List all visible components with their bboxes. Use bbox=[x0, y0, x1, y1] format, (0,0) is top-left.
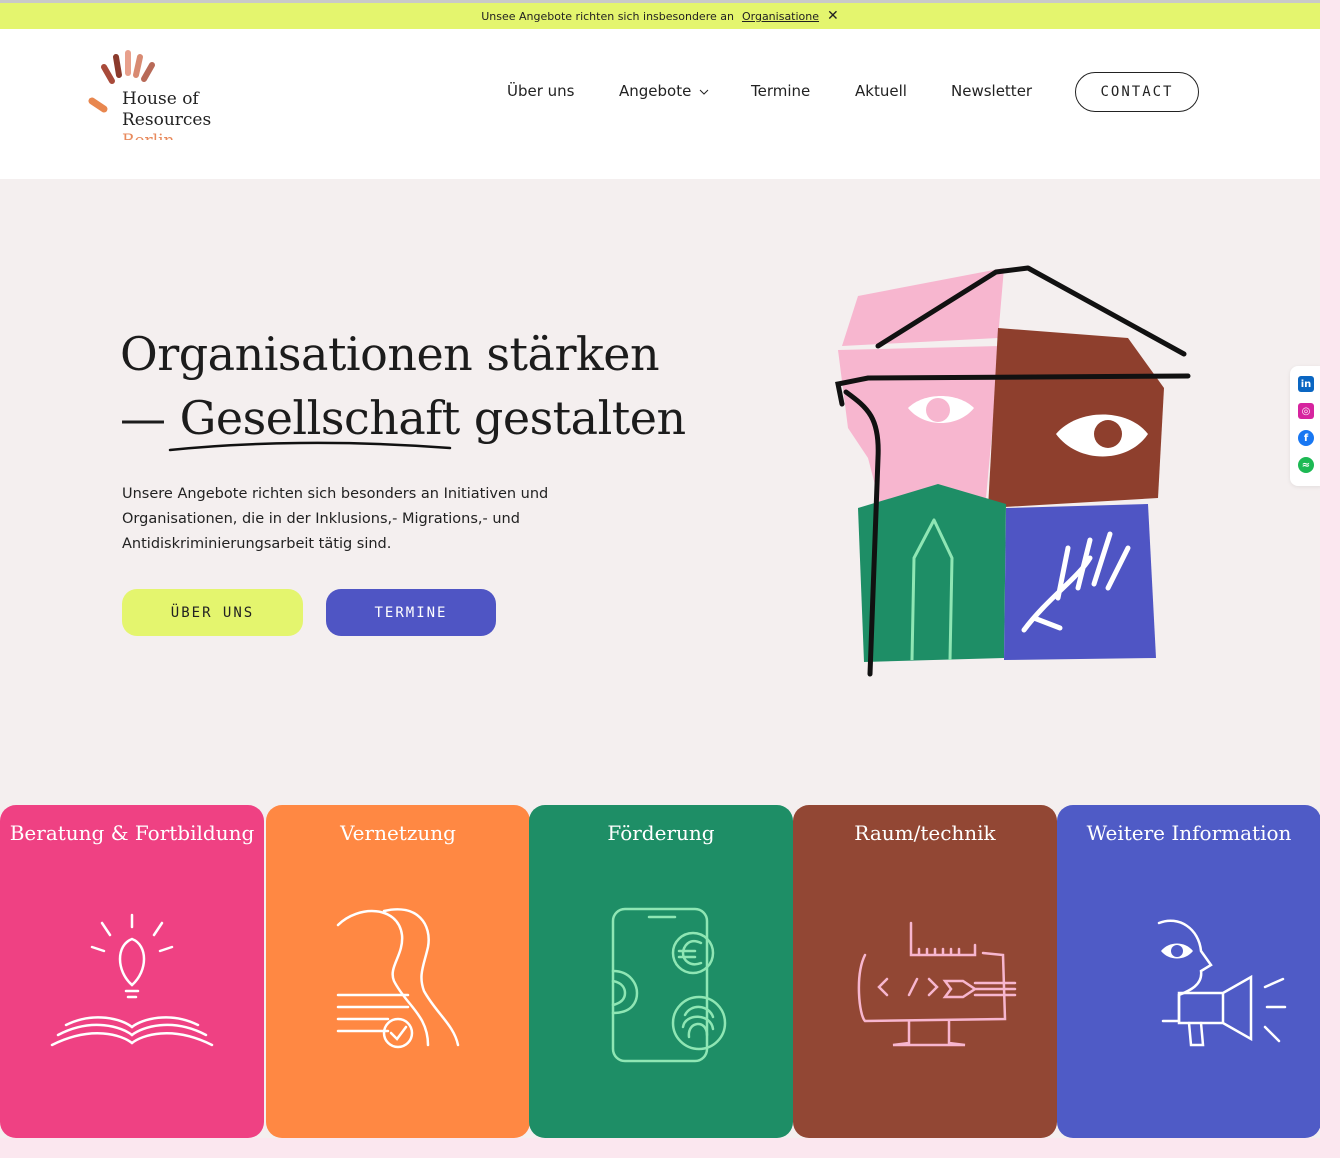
instagram-icon[interactable]: ◎ bbox=[1298, 403, 1314, 419]
card-weitere-information[interactable]: Weitere Information bbox=[1057, 805, 1320, 1138]
card-foerderung[interactable]: Förderung bbox=[529, 805, 793, 1138]
card-title: Förderung bbox=[607, 821, 715, 845]
nav-item-newsletter[interactable]: Newsletter bbox=[951, 82, 1032, 100]
card-raumtechnik[interactable]: Raum/technik bbox=[793, 805, 1057, 1138]
funding-phone-icon bbox=[611, 907, 727, 1063]
card-beratung[interactable]: Beratung & Fortbildung bbox=[0, 805, 264, 1138]
dates-button[interactable]: TERMINE bbox=[326, 589, 496, 636]
nav-item-offers[interactable]: Angebote bbox=[619, 82, 709, 100]
offer-cards: Beratung & Fortbildung Vernetzung Förder… bbox=[0, 805, 1320, 1138]
main-nav: Über uns Angebote Termine Aktuell Newsle… bbox=[0, 72, 1320, 112]
nav-item-about[interactable]: Über uns bbox=[507, 82, 575, 100]
nav-item-dates[interactable]: Termine bbox=[751, 82, 810, 100]
megaphone-icon bbox=[1157, 919, 1287, 1047]
contact-button[interactable]: CONTACT bbox=[1075, 72, 1199, 112]
card-vernetzung[interactable]: Vernetzung bbox=[266, 805, 530, 1138]
card-title: Beratung & Fortbildung bbox=[9, 821, 255, 845]
announcement-banner: Unsee Angebote richten sich insbesondere… bbox=[0, 0, 1320, 29]
people-network-icon bbox=[336, 908, 460, 1049]
card-title: Raum/technik bbox=[854, 821, 996, 845]
chevron-down-icon bbox=[699, 89, 709, 95]
linkedin-icon[interactable]: in bbox=[1298, 376, 1314, 392]
hero-title: Organisationen stärken — Gesellschaft ge… bbox=[120, 322, 686, 450]
nav-item-news[interactable]: Aktuell bbox=[855, 82, 907, 100]
social-bar: in ◎ f ≈ bbox=[1290, 366, 1320, 486]
banner-link[interactable]: Organisatione bbox=[742, 10, 819, 23]
facebook-icon[interactable]: f bbox=[1298, 430, 1314, 446]
banner-text: Unsee Angebote richten sich insbesondere… bbox=[481, 9, 734, 23]
hero-title-line1: Organisationen stärken bbox=[120, 327, 660, 381]
close-icon[interactable]: ✕ bbox=[827, 9, 839, 23]
spotify-icon[interactable]: ≈ bbox=[1298, 457, 1314, 473]
card-title: Vernetzung bbox=[340, 821, 456, 845]
monitor-code-icon bbox=[857, 921, 1017, 1047]
hero-description: Unsere Angebote richten sich besonders a… bbox=[122, 486, 549, 552]
card-title: Weitere Information bbox=[1086, 821, 1292, 845]
nav-item-offers-label: Angebote bbox=[619, 82, 692, 100]
about-button[interactable]: ÜBER UNS bbox=[122, 589, 303, 636]
title-underline bbox=[168, 441, 452, 452]
book-lightbulb-icon bbox=[50, 913, 214, 1047]
header-wave bbox=[0, 140, 1320, 165]
logo-line2: Resources bbox=[122, 110, 212, 130]
page-frame: Unsee Angebote richten sich insbesondere… bbox=[0, 0, 1320, 1138]
house-illustration bbox=[835, 265, 1191, 677]
